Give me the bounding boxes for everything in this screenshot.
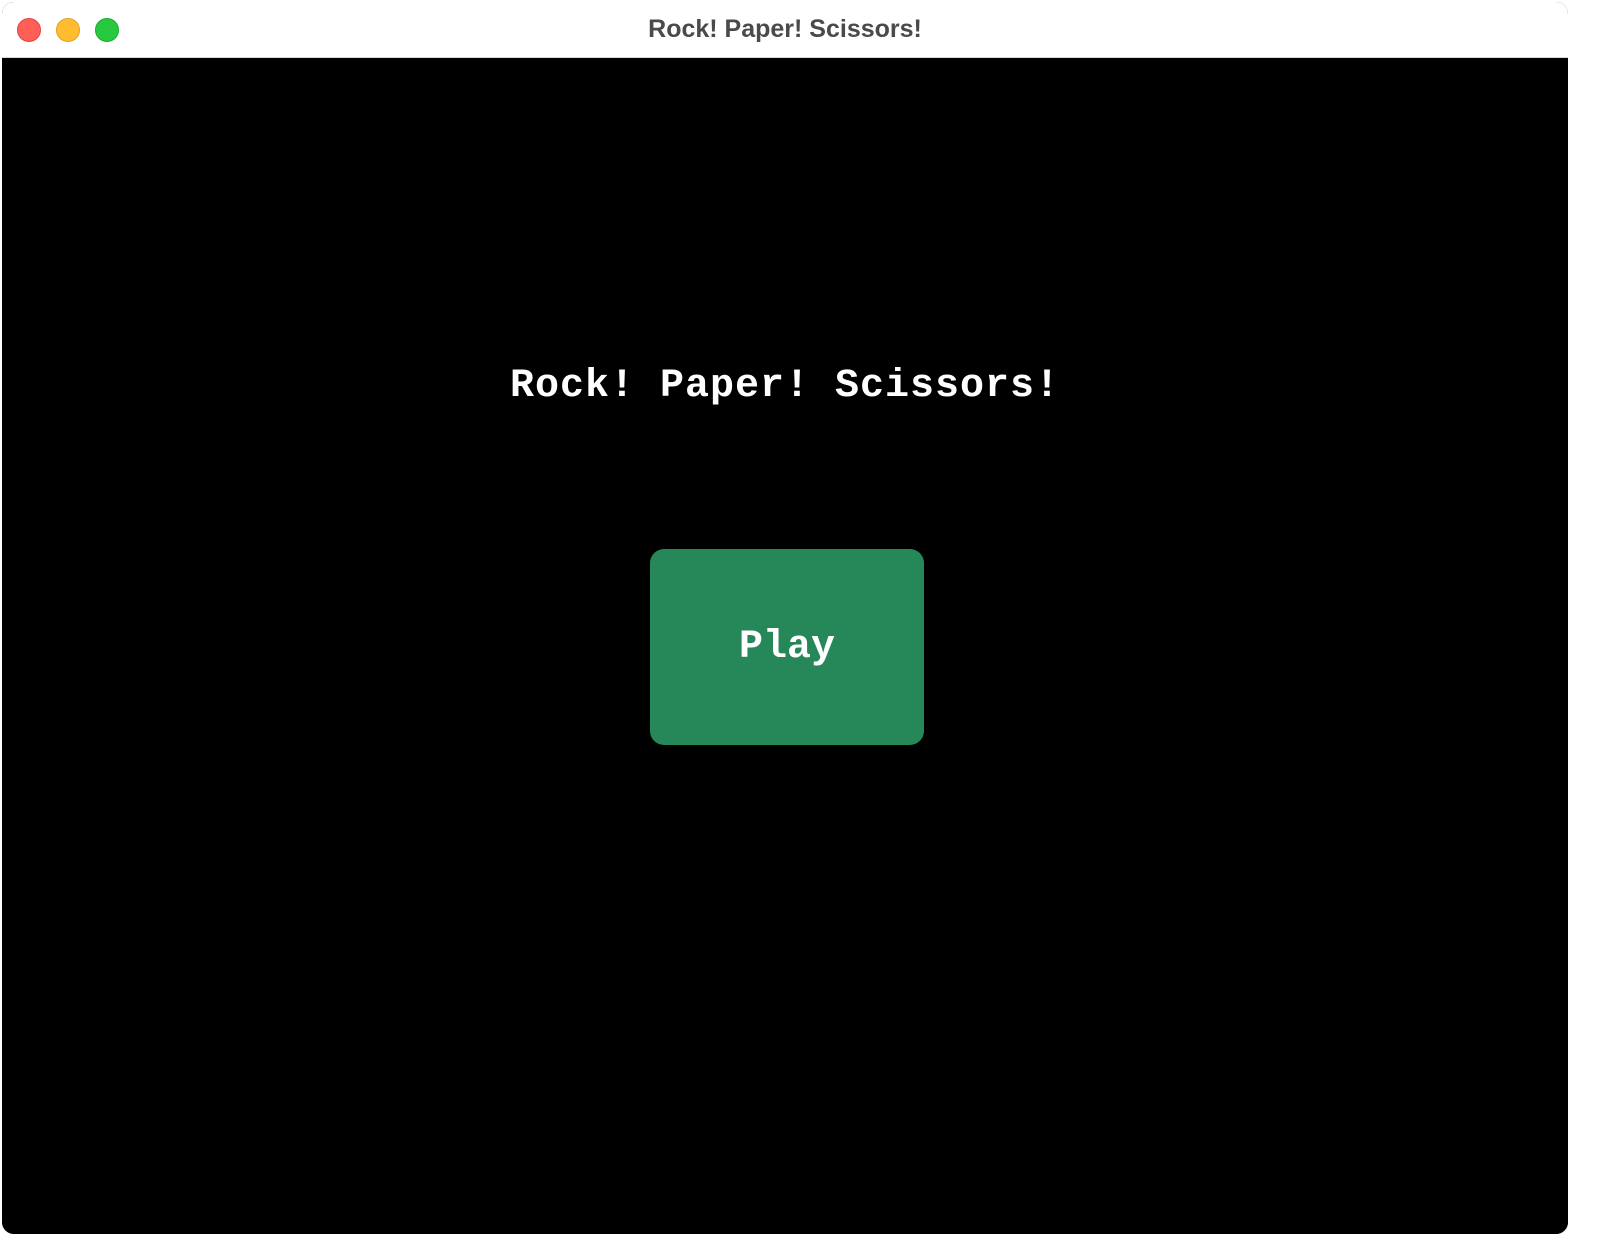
game-canvas[interactable]: Rock! Paper! Scissors! Play bbox=[2, 58, 1568, 1234]
game-title: Rock! Paper! Scissors! bbox=[509, 364, 1061, 409]
title-bar[interactable]: Rock! Paper! Scissors! bbox=[2, 2, 1568, 58]
play-button[interactable]: Play bbox=[650, 549, 924, 745]
window-title: Rock! Paper! Scissors! bbox=[648, 15, 922, 43]
app-window: Rock! Paper! Scissors! Rock! Paper! Scis… bbox=[2, 2, 1568, 1234]
play-button-label: Play bbox=[738, 624, 835, 670]
